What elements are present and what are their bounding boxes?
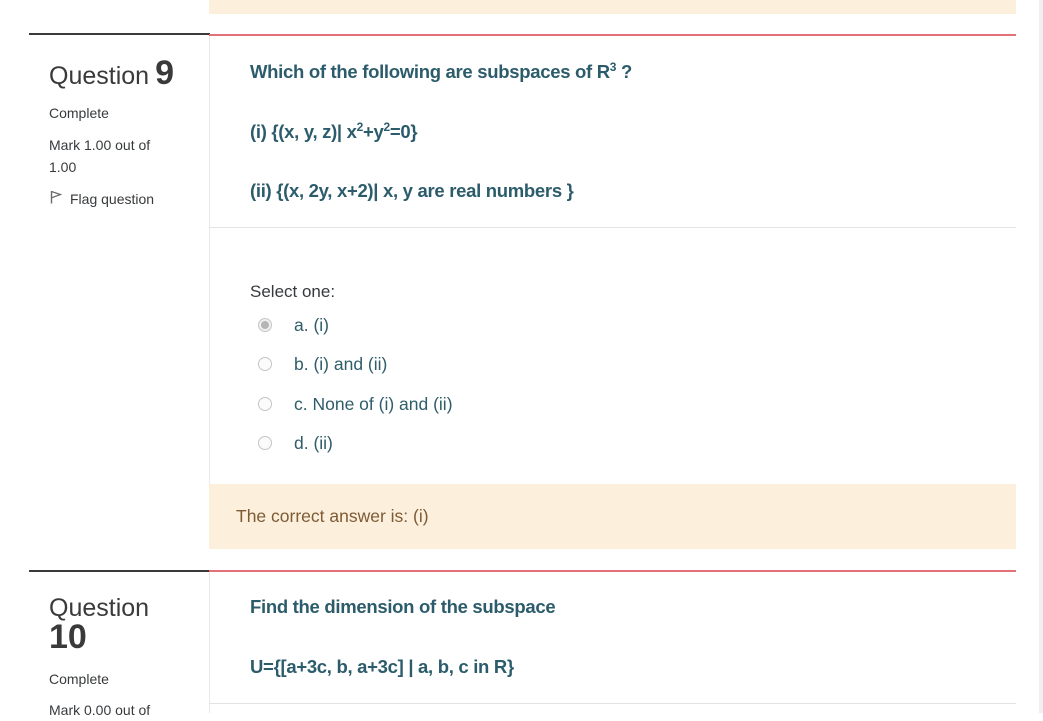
answer-divider-q10 (209, 703, 1016, 704)
question-subspace-q10: U={[a+3c, b, a+3c] | a, b, c in R} (250, 656, 514, 677)
part-i-prefix: (i) {(x, y, z)| x (250, 121, 357, 143)
info-divider-q10 (29, 570, 210, 572)
select-one-label: Select one: (250, 282, 336, 301)
info-divider (29, 33, 210, 35)
question-part-ii: (ii) {(x, 2y, x+2)| x, y are real number… (250, 180, 574, 201)
question-number: 9 (155, 54, 174, 92)
question-number-q10: 10 (49, 618, 87, 656)
question-part-i: (i) {(x, y, z)| x2+y2=0} (250, 120, 418, 143)
previous-feedback-box (209, 0, 1016, 14)
question-state-q10: Complete (49, 671, 109, 687)
question-heading: Question 9 (49, 54, 174, 93)
question-text: Which of the following are subspaces of … (250, 60, 632, 83)
question-state: Complete (49, 105, 109, 121)
part-i-mid: +y (363, 121, 384, 143)
answer-option-a[interactable]: a. (i) (258, 314, 329, 336)
question-word: Question (49, 62, 150, 90)
question-text-q10: Find the dimension of the subspace (250, 596, 556, 617)
content-divider (209, 34, 1016, 36)
question-text-suffix: ? (616, 61, 633, 83)
content-divider-q10 (209, 570, 1016, 572)
radio-option-d[interactable] (258, 436, 272, 450)
radio-option-b[interactable] (258, 357, 272, 371)
part-i-suffix: =0} (389, 121, 418, 143)
answer-option-b[interactable]: b. (i) and (ii) (258, 353, 387, 375)
content-border (209, 36, 210, 484)
feedback-box: The correct answer is: (i) (209, 484, 1016, 549)
radio-option-a[interactable] (258, 318, 272, 332)
option-d-label: d. (ii) (294, 432, 333, 453)
flag-question-link[interactable]: Flag question (50, 190, 154, 207)
option-b-label: b. (i) and (ii) (294, 353, 388, 374)
option-c-label: c. None of (i) and (ii) (294, 393, 453, 414)
question-mark-q10: Mark 0.00 out of (49, 702, 151, 718)
answer-option-c[interactable]: c. None of (i) and (ii) (258, 393, 453, 415)
question-text-prefix: Which of the following are subspaces of … (250, 61, 610, 83)
flag-icon (50, 190, 70, 207)
option-a-label: a. (i) (294, 314, 329, 335)
radio-option-c[interactable] (258, 397, 272, 411)
answer-option-d[interactable]: d. (ii) (258, 432, 333, 454)
flag-question-label: Flag question (70, 190, 155, 207)
content-border-q10 (209, 572, 210, 713)
correct-answer-text: The correct answer is: (i) (236, 506, 429, 526)
scrollbar[interactable] (1039, 0, 1043, 713)
answer-divider (209, 227, 1016, 228)
question-mark: Mark 1.00 out of 1.00 (49, 137, 151, 175)
